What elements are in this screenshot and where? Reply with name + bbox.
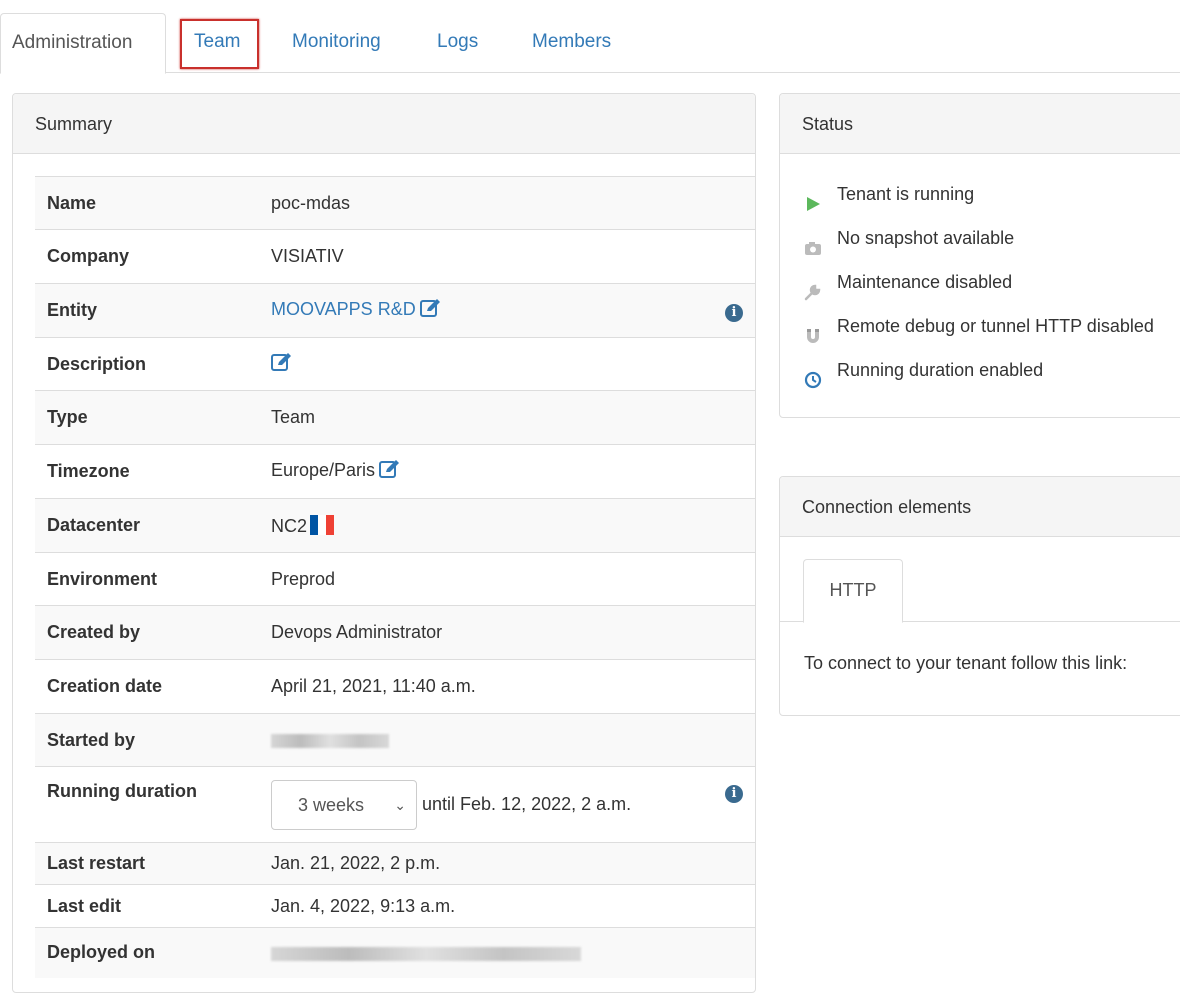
connection-panel: Connection elements HTTP To connect to y… xyxy=(779,476,1180,716)
row-last-restart: Last restart Jan. 21, 2022, 2 p.m. xyxy=(35,842,755,885)
chevron-down-icon: ⌄ xyxy=(394,796,406,813)
status-item-remote-debug: Remote debug or tunnel HTTP disabled xyxy=(804,304,1180,348)
name-label: Name xyxy=(35,176,259,230)
entity-label: Entity xyxy=(35,283,259,338)
tab-monitoring[interactable]: Monitoring xyxy=(292,13,381,73)
row-description: Description xyxy=(35,337,755,391)
row-deployed-on: Deployed on xyxy=(35,927,755,978)
started-by-label: Started by xyxy=(35,713,259,767)
row-entity: Entity MOOVAPPS R&D i xyxy=(35,283,755,338)
clock-icon xyxy=(804,361,822,389)
camera-icon xyxy=(804,229,822,255)
row-environment: Environment Preprod xyxy=(35,552,755,606)
created-by-label: Created by xyxy=(35,605,259,660)
france-flag-icon xyxy=(310,514,335,535)
edit-description-icon[interactable] xyxy=(271,352,293,377)
last-restart-label: Last restart xyxy=(35,842,259,885)
timezone-label: Timezone xyxy=(35,444,259,499)
summary-table: Name poc-mdas Company VISIATIV Entity MO… xyxy=(35,176,755,978)
last-edit-label: Last edit xyxy=(35,884,259,928)
deployed-on-redacted xyxy=(271,946,581,961)
entity-info-icon[interactable]: i xyxy=(725,303,743,322)
wrench-icon xyxy=(804,273,822,301)
last-edit-value: Jan. 4, 2022, 9:13 a.m. xyxy=(259,884,713,928)
row-last-edit: Last edit Jan. 4, 2022, 9:13 a.m. xyxy=(35,884,755,928)
type-label: Type xyxy=(35,390,259,445)
row-running-duration: Running duration 3 weeks ⌄ until Feb. 12,… xyxy=(35,766,755,843)
row-type: Type Team xyxy=(35,390,755,445)
status-panel: Status Tenant is running No snapshot ava… xyxy=(779,93,1180,418)
row-creation-date: Creation date April 21, 2021, 11:40 a.m. xyxy=(35,659,755,714)
connection-instructions: To connect to your tenant follow this li… xyxy=(804,653,1128,673)
entity-link[interactable]: MOOVAPPS R&D xyxy=(271,299,416,319)
row-name: Name poc-mdas xyxy=(35,176,755,230)
creation-date-label: Creation date xyxy=(35,659,259,714)
status-item-running: Tenant is running xyxy=(804,172,1180,216)
name-value: poc-mdas xyxy=(259,176,713,230)
magnet-icon xyxy=(804,317,822,343)
timezone-value: Europe/Paris xyxy=(271,460,376,480)
running-duration-select[interactable]: 3 weeks ⌄ xyxy=(271,779,417,830)
edit-timezone-icon[interactable] xyxy=(379,459,401,484)
tab-http[interactable]: HTTP xyxy=(803,559,903,623)
last-restart-value: Jan. 21, 2022, 2 p.m. xyxy=(259,842,713,885)
connection-heading: Connection elements xyxy=(780,477,1180,537)
tab-administration[interactable]: Administration xyxy=(0,13,166,74)
running-duration-until: until Feb. 12, 2022, 2 a.m. xyxy=(422,793,632,814)
status-list: Tenant is running No snapshot available … xyxy=(804,172,1180,392)
connection-tabs: HTTP xyxy=(780,557,1180,623)
status-item-running-duration: Running duration enabled xyxy=(804,348,1180,392)
datacenter-value: NC2 xyxy=(271,515,308,536)
environment-value: Preprod xyxy=(259,552,713,606)
running-duration-info-icon[interactable]: i xyxy=(725,785,743,803)
play-icon xyxy=(804,185,822,211)
status-item-maintenance: Maintenance disabled xyxy=(804,260,1180,304)
summary-panel: Summary Name poc-mdas Company VISIATIV E… xyxy=(12,93,756,993)
row-created-by: Created by Devops Administrator xyxy=(35,605,755,660)
row-company: Company VISIATIV xyxy=(35,229,755,284)
edit-entity-icon[interactable] xyxy=(419,298,442,323)
row-datacenter: Datacenter NC2 xyxy=(35,498,755,553)
deployed-on-label: Deployed on xyxy=(35,927,259,978)
started-by-redacted xyxy=(271,733,389,748)
description-label: Description xyxy=(35,337,259,391)
running-duration-label: Running duration xyxy=(35,766,259,843)
created-by-value: Devops Administrator xyxy=(259,605,713,660)
creation-date-value: April 21, 2021, 11:40 a.m. xyxy=(259,659,713,714)
row-timezone: Timezone Europe/Paris xyxy=(35,444,755,499)
tab-team[interactable]: Team xyxy=(194,13,240,73)
type-value: Team xyxy=(259,390,713,445)
tab-logs[interactable]: Logs xyxy=(437,13,478,73)
main-tabs: Administration Team Monitoring Logs Memb… xyxy=(0,0,1180,74)
summary-heading: Summary xyxy=(13,94,755,154)
company-value: VISIATIV xyxy=(259,229,713,284)
tab-members[interactable]: Members xyxy=(532,13,611,73)
row-started-by: Started by xyxy=(35,713,755,767)
environment-label: Environment xyxy=(35,552,259,606)
company-label: Company xyxy=(35,229,259,284)
status-item-snapshot: No snapshot available xyxy=(804,216,1180,260)
datacenter-label: Datacenter xyxy=(35,498,259,553)
status-heading: Status xyxy=(780,94,1180,154)
